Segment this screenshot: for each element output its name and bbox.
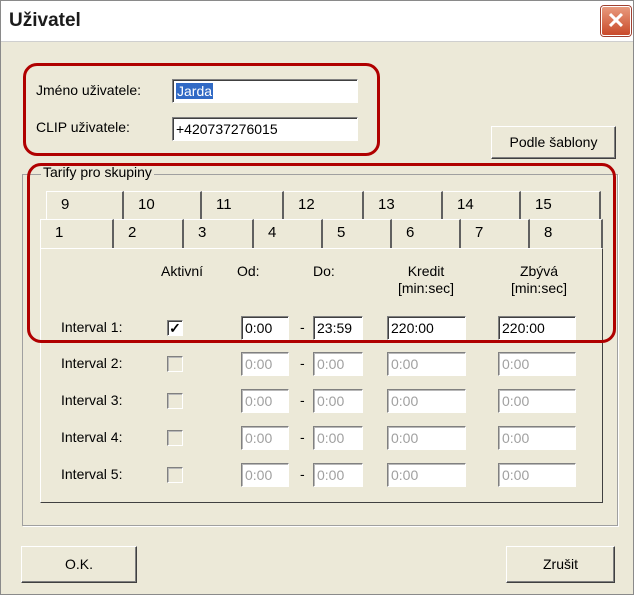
annotation-user-fields <box>23 63 380 156</box>
interval-separator: - <box>300 319 305 335</box>
interval-separator: - <box>300 355 305 371</box>
tab-14[interactable]: 14 <box>443 191 521 220</box>
interval-to-field[interactable]: 0:00 <box>313 463 363 487</box>
interval-label: Interval 5: <box>61 466 123 482</box>
interval-credit-field[interactable]: 220:00 <box>387 316 466 340</box>
tab-7[interactable]: 7 <box>461 219 530 248</box>
interval-from-field[interactable]: 0:00 <box>241 389 289 413</box>
clip-field[interactable]: +420737276015 <box>172 117 358 141</box>
header-to: Do: <box>313 263 335 279</box>
interval-active-checkbox[interactable] <box>167 393 183 409</box>
interval-from-field[interactable]: 0:00 <box>241 463 289 487</box>
interval-from-field[interactable]: 0:00 <box>241 316 289 340</box>
clip-label: CLIP uživatele: <box>36 119 130 135</box>
name-field[interactable]: Jarda <box>172 79 358 103</box>
interval-active-checkbox[interactable]: ✓ <box>167 320 183 336</box>
tab-5[interactable]: 5 <box>323 219 392 248</box>
name-label: Jméno uživatele: <box>36 82 142 98</box>
interval-credit-field[interactable]: 0:00 <box>387 389 466 413</box>
interval-active-checkbox[interactable] <box>167 430 183 446</box>
close-icon[interactable]: ✕ <box>601 6 631 36</box>
interval-to-field[interactable]: 23:59 <box>313 316 363 340</box>
ok-button[interactable]: O.K. <box>21 546 137 583</box>
interval-from-field[interactable]: 0:00 <box>241 352 289 376</box>
header-remaining: Zbývá [min:sec] <box>499 263 579 297</box>
tab-13[interactable]: 13 <box>364 191 443 220</box>
interval-to-field[interactable]: 0:00 <box>313 426 363 450</box>
tab-4[interactable]: 4 <box>254 219 323 248</box>
group-title: Tarify pro skupiny <box>41 164 154 180</box>
window-title: Uživatel <box>9 10 81 31</box>
header-active: Aktivní <box>161 263 204 279</box>
interval-remaining-field[interactable]: 0:00 <box>498 463 576 487</box>
interval-label: Interval 3: <box>61 392 123 408</box>
interval-credit-field[interactable]: 0:00 <box>387 426 466 450</box>
tab-page: Aktivní Od: Do: Kredit [min:sec] Zbývá [… <box>40 248 603 503</box>
interval-remaining-field[interactable]: 0:00 <box>498 389 576 413</box>
interval-separator: - <box>300 466 305 482</box>
title-bar: Uživatel ✕ <box>1 1 633 42</box>
tab-11[interactable]: 11 <box>202 191 284 220</box>
interval-credit-field[interactable]: 0:00 <box>387 352 466 376</box>
header-credit-unit: [min:sec] <box>397 280 454 296</box>
template-button[interactable]: Podle šablony <box>491 126 616 159</box>
tab-15[interactable]: 15 <box>521 191 601 220</box>
interval-credit-field[interactable]: 0:00 <box>387 463 466 487</box>
tab-1[interactable]: 1 <box>40 219 114 248</box>
interval-separator: - <box>300 429 305 445</box>
interval-label: Interval 4: <box>61 429 123 445</box>
header-credit: Kredit [min:sec] <box>381 263 471 297</box>
user-dialog: Uživatel ✕ Jméno uživatele: Jarda CLIP u… <box>0 0 634 595</box>
interval-active-checkbox[interactable] <box>167 467 183 483</box>
header-remaining-unit: [min:sec] <box>510 280 567 296</box>
cancel-button[interactable]: Zrušit <box>506 546 615 583</box>
tab-10[interactable]: 10 <box>124 191 202 220</box>
tab-3[interactable]: 3 <box>184 219 254 248</box>
interval-to-field[interactable]: 0:00 <box>313 352 363 376</box>
interval-label: Interval 2: <box>61 355 123 371</box>
interval-separator: - <box>300 392 305 408</box>
tab-9[interactable]: 9 <box>46 191 124 220</box>
interval-remaining-field[interactable]: 0:00 <box>498 426 576 450</box>
name-value: Jarda <box>176 83 214 99</box>
tab-8[interactable]: 8 <box>530 219 603 248</box>
interval-label: Interval 1: <box>61 319 123 335</box>
interval-to-field[interactable]: 0:00 <box>313 389 363 413</box>
tab-12[interactable]: 12 <box>284 191 364 220</box>
tab-2[interactable]: 2 <box>114 219 184 248</box>
header-credit-title: Kredit <box>407 263 445 279</box>
interval-from-field[interactable]: 0:00 <box>241 426 289 450</box>
interval-active-checkbox[interactable] <box>167 356 183 372</box>
interval-remaining-field[interactable]: 220:00 <box>498 316 576 340</box>
interval-remaining-field[interactable]: 0:00 <box>498 352 576 376</box>
header-from: Od: <box>237 263 260 279</box>
tab-6[interactable]: 6 <box>392 219 461 248</box>
header-remaining-title: Zbývá <box>519 263 559 279</box>
